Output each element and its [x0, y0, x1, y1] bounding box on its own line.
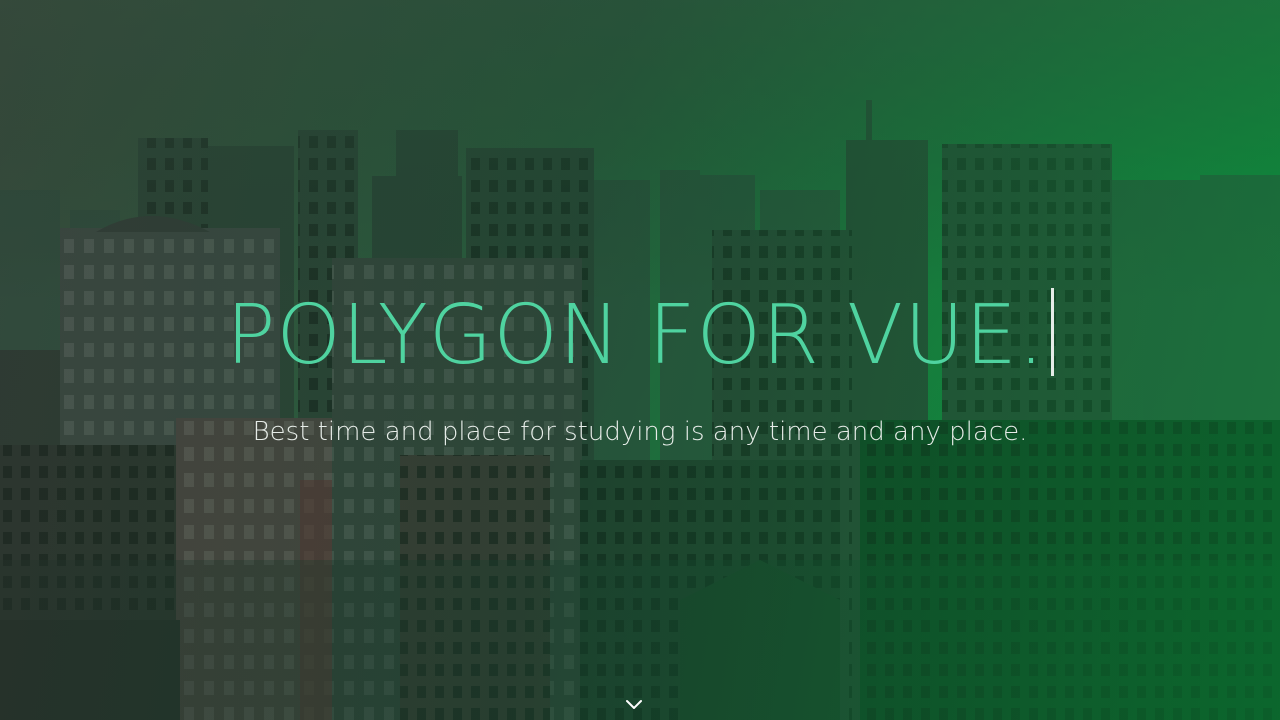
typing-cursor [1051, 288, 1055, 376]
chevron-down-icon [626, 700, 642, 709]
scroll-down-button[interactable] [622, 694, 646, 716]
hero-title: POLYGON FOR VUE. [225, 288, 1046, 383]
hero-title-row: POLYGON FOR VUE. [0, 288, 1280, 384]
hero-subtitle: Best time and place for studying is any … [252, 417, 1028, 447]
hero-section: POLYGON FOR VUE. Best time and place for… [0, 0, 1280, 720]
hero-subtitle-row: Best time and place for studying is any … [0, 412, 1280, 452]
